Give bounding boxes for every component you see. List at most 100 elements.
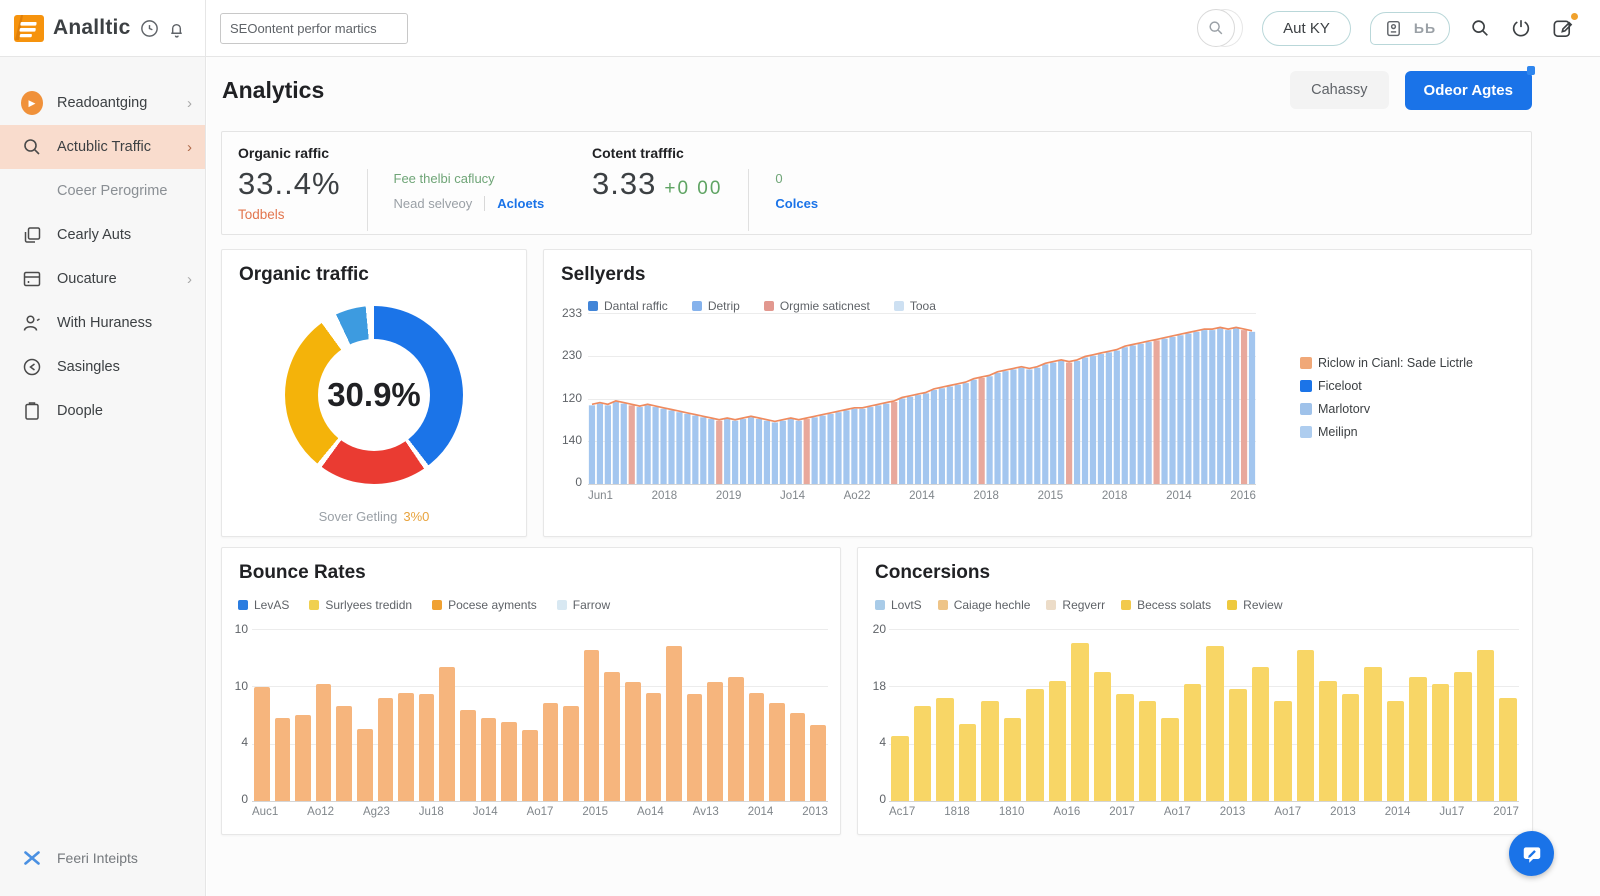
sellyerds-plot[interactable] [588, 313, 1256, 485]
y-tick-label: 140 [561, 432, 582, 447]
secondary-button[interactable]: Cahassy [1290, 71, 1389, 109]
bar[interactable] [377, 697, 394, 801]
bar[interactable] [336, 706, 353, 801]
bar[interactable] [1454, 672, 1472, 801]
legend-item: LovtS [875, 598, 922, 612]
bar[interactable] [398, 692, 414, 801]
bar[interactable] [913, 706, 932, 801]
view-toggle-pill[interactable]: ЬЬ [1369, 11, 1450, 45]
bar[interactable] [1409, 677, 1427, 801]
bar[interactable] [1274, 701, 1292, 801]
bar[interactable] [1319, 680, 1337, 801]
stat-subtext: Todbels [238, 207, 285, 223]
bar[interactable] [891, 735, 909, 801]
bar[interactable] [315, 684, 332, 801]
bar[interactable] [1364, 666, 1382, 801]
bar[interactable] [1431, 684, 1450, 801]
bar[interactable] [295, 715, 311, 801]
copy-icon [21, 224, 43, 246]
bar[interactable] [563, 706, 579, 801]
bar[interactable] [480, 718, 497, 801]
bar[interactable] [542, 702, 559, 801]
clock-icon[interactable] [139, 18, 160, 39]
bar[interactable] [357, 728, 373, 801]
search-input[interactable] [220, 12, 408, 44]
sidebar-item-with-huraness[interactable]: With Huraness [0, 301, 205, 345]
bar[interactable] [1026, 689, 1044, 801]
user-icon [21, 312, 43, 334]
bar[interactable] [1476, 649, 1495, 801]
bar[interactable] [810, 725, 827, 801]
legend-swatch [893, 301, 904, 311]
sidebar-item-doople[interactable]: Doople [0, 389, 205, 433]
bar[interactable] [460, 709, 476, 801]
primary-button[interactable]: Odeor Agtes [1404, 65, 1535, 110]
bar[interactable] [501, 721, 517, 801]
app-logo-icon [13, 13, 46, 44]
bar[interactable] [439, 666, 456, 801]
chat-fab-button[interactable] [1509, 831, 1554, 876]
bar[interactable] [1093, 672, 1112, 801]
magnifier-icon[interactable] [1469, 17, 1491, 39]
search-pill-button[interactable] [1197, 9, 1244, 47]
bar[interactable] [1183, 684, 1202, 801]
window-icon [21, 268, 43, 290]
x-tick-label: Ac17 [889, 806, 916, 818]
sidebar-item-readoantging[interactable]: ▶ Readoantging › [0, 81, 205, 125]
sidebar-item-cearly-auts[interactable]: Cearly Auts [0, 213, 205, 257]
user-pill-button[interactable]: Aut KY [1262, 10, 1351, 46]
sidebar-item-oucature[interactable]: Oucature › [0, 257, 205, 301]
bar[interactable] [624, 682, 641, 801]
sidebar-item-sasingles[interactable]: Sasingles [0, 345, 205, 389]
bar[interactable] [1048, 680, 1067, 801]
card-title: Organic traffic [239, 264, 369, 285]
legend-swatch [309, 600, 320, 610]
bar[interactable] [1116, 694, 1134, 801]
bar[interactable] [707, 682, 724, 801]
bar[interactable] [604, 672, 620, 801]
share-icon [21, 356, 43, 378]
bar[interactable] [1251, 666, 1270, 801]
bar[interactable] [789, 713, 806, 801]
bar[interactable] [274, 718, 291, 801]
bell-icon[interactable] [166, 18, 187, 39]
compose-icon[interactable] [1551, 12, 1578, 40]
bar[interactable] [583, 649, 600, 801]
x-tick-label: 2015 [1037, 490, 1064, 502]
notification-dot [1571, 12, 1578, 20]
sidebar-item-actublic-traffic[interactable]: Actublic Traffic › [0, 125, 205, 169]
bar[interactable] [981, 701, 999, 801]
stat-link[interactable]: Colces [775, 196, 818, 211]
bar[interactable] [254, 687, 270, 801]
bar[interactable] [1499, 697, 1517, 801]
bounce-plot[interactable] [252, 629, 828, 802]
bar[interactable] [686, 694, 703, 801]
bar[interactable] [666, 646, 682, 801]
button-badge [1527, 65, 1535, 75]
bar[interactable] [748, 692, 765, 801]
bar[interactable] [521, 730, 538, 801]
bar[interactable] [1161, 718, 1179, 801]
concersions-plot[interactable] [889, 629, 1519, 802]
power-icon[interactable] [1510, 17, 1532, 39]
bar[interactable] [1138, 701, 1157, 801]
bar[interactable] [418, 694, 435, 801]
sidebar-item-feeri-inteipts[interactable]: Feeri Inteipts [0, 836, 205, 880]
bar[interactable] [645, 692, 662, 801]
donut-chart[interactable]: 30.9% [285, 306, 463, 484]
sidebar-item-coeer-perogrime[interactable]: Coeer Perogrime [0, 169, 205, 213]
bar[interactable] [1071, 642, 1089, 801]
bar[interactable] [1003, 718, 1022, 801]
bar[interactable] [728, 677, 744, 801]
chevron-right-icon: › [187, 138, 192, 156]
bar[interactable] [1228, 689, 1247, 801]
bar[interactable] [1341, 694, 1360, 801]
stat-link[interactable]: Acloets [497, 196, 544, 211]
bar[interactable] [1296, 649, 1315, 801]
bar[interactable] [769, 702, 785, 801]
bar[interactable] [1206, 646, 1224, 801]
bar[interactable] [936, 697, 954, 801]
bar[interactable] [958, 723, 977, 801]
x-tick-label: 2014 [909, 490, 935, 502]
bar[interactable] [1386, 701, 1405, 801]
